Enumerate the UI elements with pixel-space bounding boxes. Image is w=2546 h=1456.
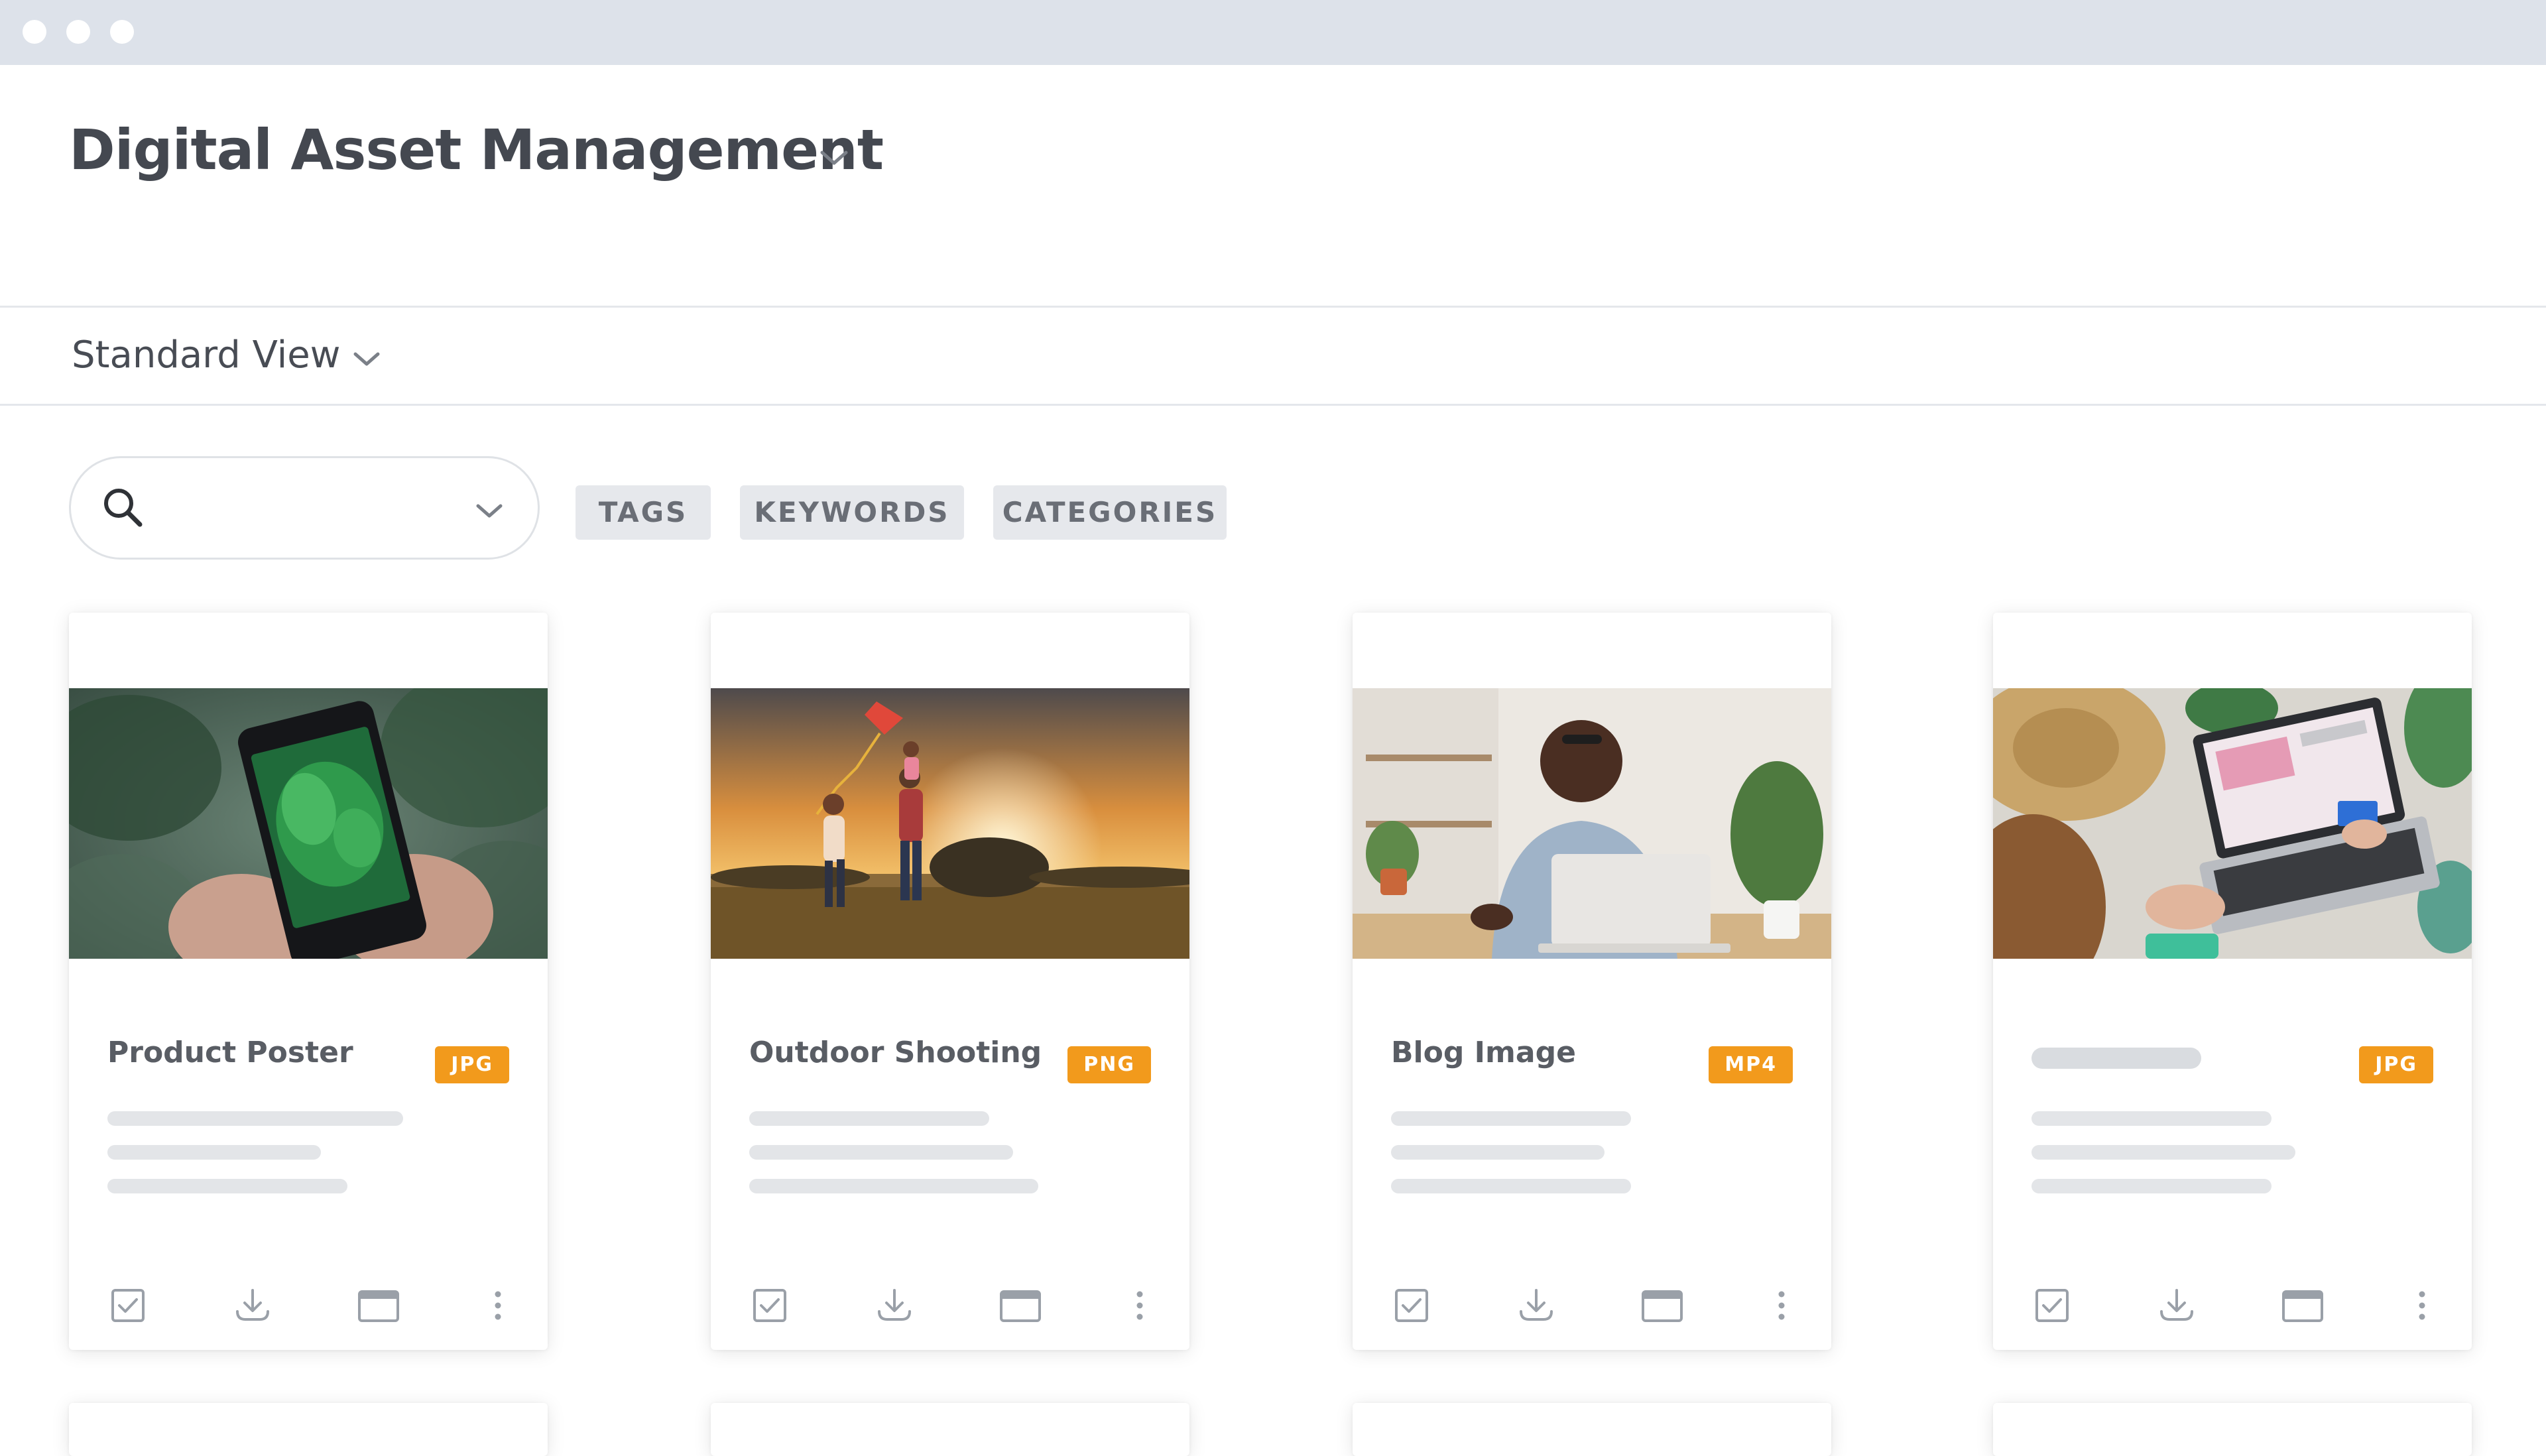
asset-title-placeholder bbox=[2031, 1048, 2201, 1069]
download-icon[interactable] bbox=[871, 1282, 918, 1329]
search-input[interactable] bbox=[157, 487, 436, 531]
filter-tags-button[interactable]: TAGS bbox=[576, 485, 711, 540]
preview-window-icon[interactable] bbox=[355, 1282, 402, 1329]
window-close-button[interactable] bbox=[23, 20, 46, 44]
description-placeholder bbox=[107, 1111, 403, 1126]
view-selector[interactable]: Standard View bbox=[72, 337, 340, 374]
asset-thumbnail[interactable] bbox=[1353, 688, 1831, 959]
asset-card[interactable] bbox=[711, 1403, 1189, 1456]
asset-card[interactable] bbox=[1353, 1403, 1831, 1456]
select-checkbox-icon[interactable] bbox=[1388, 1282, 1435, 1329]
description-placeholder bbox=[2031, 1145, 2295, 1160]
window-minimize-button[interactable] bbox=[66, 20, 90, 44]
download-icon[interactable] bbox=[2153, 1282, 2200, 1329]
more-options-icon[interactable] bbox=[475, 1282, 521, 1329]
preview-window-icon[interactable] bbox=[2279, 1282, 2326, 1329]
preview-window-icon[interactable] bbox=[1639, 1282, 1685, 1329]
more-options-icon[interactable] bbox=[2399, 1282, 2445, 1329]
description-placeholder bbox=[1391, 1145, 1605, 1160]
description-placeholder bbox=[107, 1179, 347, 1193]
asset-card[interactable] bbox=[69, 1403, 548, 1456]
description-placeholder bbox=[749, 1145, 1013, 1160]
asset-thumbnail[interactable] bbox=[1993, 688, 2472, 959]
asset-title: Blog Image bbox=[1391, 1036, 1576, 1069]
more-options-icon[interactable] bbox=[1758, 1282, 1805, 1329]
asset-thumbnail[interactable] bbox=[69, 688, 548, 959]
description-placeholder bbox=[749, 1111, 989, 1126]
asset-title: Outdoor Shooting bbox=[749, 1036, 1042, 1069]
description-placeholder bbox=[1391, 1111, 1631, 1126]
page-title[interactable]: Digital Asset Management bbox=[69, 122, 884, 178]
asset-card[interactable] bbox=[1993, 1403, 2472, 1456]
select-checkbox-icon[interactable] bbox=[105, 1282, 151, 1329]
asset-card[interactable]: Product Poster JPG bbox=[69, 613, 548, 1350]
preview-window-icon[interactable] bbox=[997, 1282, 1044, 1329]
download-icon[interactable] bbox=[1513, 1282, 1559, 1329]
select-checkbox-icon[interactable] bbox=[747, 1282, 793, 1329]
view-selector-bar: Standard View bbox=[0, 308, 2546, 406]
chevron-down-icon[interactable] bbox=[350, 347, 383, 370]
select-checkbox-icon[interactable] bbox=[2029, 1282, 2075, 1329]
file-type-badge: PNG bbox=[1067, 1046, 1151, 1083]
window-title-bar bbox=[0, 0, 2546, 65]
filter-keywords-button[interactable]: KEYWORDS bbox=[740, 485, 964, 540]
filter-categories-button[interactable]: CATEGORIES bbox=[993, 485, 1227, 540]
search-icon bbox=[104, 489, 143, 527]
asset-card[interactable]: JPG bbox=[1993, 613, 2472, 1350]
window-maximize-button[interactable] bbox=[110, 20, 134, 44]
download-icon[interactable] bbox=[229, 1282, 276, 1329]
asset-card[interactable]: Outdoor Shooting PNG bbox=[711, 613, 1189, 1350]
chevron-down-icon[interactable] bbox=[473, 499, 506, 522]
asset-title: Product Poster bbox=[107, 1036, 353, 1069]
description-placeholder bbox=[2031, 1179, 2272, 1193]
more-options-icon[interactable] bbox=[1117, 1282, 1163, 1329]
chevron-down-icon[interactable] bbox=[816, 145, 853, 171]
asset-card[interactable]: Blog Image MP4 bbox=[1353, 613, 1831, 1350]
description-placeholder bbox=[2031, 1111, 2272, 1126]
file-type-badge: JPG bbox=[435, 1046, 509, 1083]
file-type-badge: MP4 bbox=[1709, 1046, 1793, 1083]
description-placeholder bbox=[107, 1145, 321, 1160]
description-placeholder bbox=[749, 1179, 1038, 1193]
file-type-badge: JPG bbox=[2359, 1046, 2433, 1083]
asset-thumbnail[interactable] bbox=[711, 688, 1189, 959]
search-box[interactable] bbox=[69, 456, 540, 560]
app-header: Digital Asset Management bbox=[0, 65, 2546, 308]
description-placeholder bbox=[1391, 1179, 1631, 1193]
